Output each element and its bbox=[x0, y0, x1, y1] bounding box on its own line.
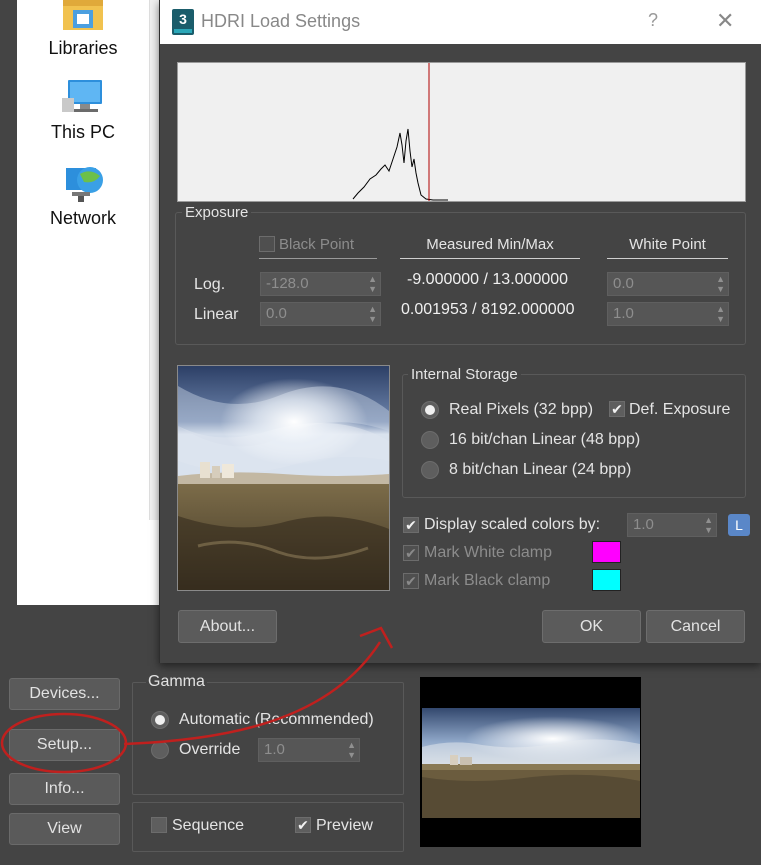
white-log-value: 0.0 bbox=[613, 275, 634, 292]
mark-white-clamp-checkbox[interactable]: ✔ bbox=[403, 545, 419, 561]
dialog-title: HDRI Load Settings bbox=[201, 11, 361, 31]
mark-white-clamp-label: Mark White clamp bbox=[424, 544, 553, 561]
nav-item-libraries[interactable]: Libraries bbox=[17, 0, 149, 59]
storage-real-pixels-label: Real Pixels (32 bpp) bbox=[449, 401, 594, 418]
nav-item-label: This PC bbox=[50, 122, 115, 142]
mark-white-color-swatch[interactable] bbox=[592, 541, 621, 563]
gamma-override-label: Override bbox=[179, 741, 241, 758]
spinner-arrows-icon[interactable]: ▲ ▼ bbox=[368, 304, 377, 324]
def-exposure-label: Def. Exposure bbox=[629, 401, 731, 418]
cancel-button[interactable]: Cancel bbox=[646, 610, 745, 643]
spinner-arrows-icon[interactable]: ▲ ▼ bbox=[716, 304, 725, 324]
spinner-arrows-icon[interactable]: ▲ ▼ bbox=[368, 274, 377, 294]
black-point-header: Black Point bbox=[259, 236, 377, 259]
close-button[interactable]: ✕ bbox=[716, 8, 734, 34]
internal-storage-title: Internal Storage bbox=[408, 366, 521, 383]
black-linear-spinner[interactable]: 0.0 ▲ ▼ bbox=[260, 302, 381, 326]
gamma-automatic-radio[interactable] bbox=[151, 711, 169, 729]
hdri-preview-image bbox=[422, 708, 640, 818]
storage-real-pixels-radio[interactable] bbox=[421, 401, 439, 419]
hdri-load-settings-dialog: 3 HDRI Load Settings ? ✕ Exposure Black … bbox=[159, 0, 761, 663]
measured-log-value: -9.000000 / 13.000000 bbox=[407, 271, 569, 288]
spinner-arrows-icon[interactable]: ▲ ▼ bbox=[716, 274, 725, 294]
black-log-spinner[interactable]: -128.0 ▲ ▼ bbox=[260, 272, 381, 296]
display-scaled-spinner[interactable]: 1.0 ▲ ▼ bbox=[627, 513, 717, 537]
exposure-histogram[interactable] bbox=[177, 62, 746, 202]
nav-item-network[interactable]: Network bbox=[17, 162, 149, 229]
measured-linear-value: 0.001953 / 8192.000000 bbox=[401, 301, 575, 318]
storage-8bit-radio[interactable] bbox=[421, 461, 439, 479]
black-point-label: Black Point bbox=[279, 236, 355, 253]
hdri-thumbnail bbox=[177, 365, 390, 591]
setup-button[interactable]: Setup... bbox=[9, 729, 120, 761]
white-log-spinner[interactable]: 0.0 ▲ ▼ bbox=[607, 272, 729, 296]
white-linear-spinner[interactable]: 1.0 ▲ ▼ bbox=[607, 302, 729, 326]
nav-item-this-pc[interactable]: This PC bbox=[17, 78, 149, 143]
spinner-arrows-icon[interactable]: ▲ ▼ bbox=[347, 740, 356, 760]
lock-button[interactable]: L bbox=[728, 514, 750, 536]
gamma-override-value: 1.0 bbox=[264, 741, 285, 758]
computer-icon bbox=[62, 80, 102, 112]
nav-item-label: Libraries bbox=[48, 38, 118, 58]
storage-16bit-label: 16 bit/chan Linear (48 bpp) bbox=[449, 431, 641, 448]
white-point-header: White Point bbox=[607, 236, 728, 259]
mark-black-color-swatch[interactable] bbox=[592, 569, 621, 591]
exposure-title: Exposure bbox=[182, 204, 252, 221]
image-preview bbox=[420, 677, 641, 847]
spinner-arrows-icon[interactable]: ▲ ▼ bbox=[704, 515, 713, 535]
display-scaled-value: 1.0 bbox=[633, 516, 654, 533]
sequence-checkbox[interactable] bbox=[151, 817, 167, 833]
def-exposure-checkbox[interactable]: ✔ bbox=[609, 401, 625, 417]
gamma-override-spinner[interactable]: 1.0 ▲ ▼ bbox=[258, 738, 360, 762]
hdri-spherical-image bbox=[178, 366, 389, 590]
storage-8bit-label: 8 bit/chan Linear (24 bpp) bbox=[449, 461, 632, 478]
ok-button[interactable]: OK bbox=[542, 610, 641, 643]
info-button[interactable]: Info... bbox=[9, 773, 120, 805]
black-log-value: -128.0 bbox=[266, 275, 309, 292]
display-scaled-label: Display scaled colors by: bbox=[424, 516, 601, 533]
nav-scrollbar[interactable] bbox=[149, 0, 159, 520]
network-icon bbox=[66, 167, 103, 202]
log-label: Log. bbox=[194, 276, 226, 293]
nav-item-label: Network bbox=[49, 208, 116, 228]
white-linear-value: 1.0 bbox=[613, 305, 634, 322]
help-button[interactable]: ? bbox=[648, 10, 658, 31]
devices-button[interactable]: Devices... bbox=[9, 678, 120, 710]
mark-black-clamp-checkbox[interactable]: ✔ bbox=[403, 573, 419, 589]
black-linear-value: 0.0 bbox=[266, 305, 287, 322]
storage-16bit-radio[interactable] bbox=[421, 431, 439, 449]
3dsmax-app-icon: 3 bbox=[172, 9, 194, 35]
libraries-folder-icon bbox=[63, 0, 103, 30]
mark-black-clamp-label: Mark Black clamp bbox=[424, 572, 551, 589]
sequence-label: Sequence bbox=[172, 817, 245, 834]
preview-label: Preview bbox=[316, 817, 373, 834]
about-button[interactable]: About... bbox=[178, 610, 277, 643]
display-scaled-checkbox[interactable]: ✔ bbox=[403, 517, 419, 533]
gamma-title: Gamma bbox=[146, 673, 207, 691]
linear-label: Linear bbox=[194, 306, 239, 323]
navigation-pane: Libraries This PC Network bbox=[17, 0, 159, 605]
measured-min-max-header: Measured Min/Max bbox=[400, 236, 580, 259]
gamma-override-radio[interactable] bbox=[151, 741, 169, 759]
preview-checkbox[interactable]: ✔ bbox=[295, 817, 311, 833]
histogram-graph bbox=[352, 63, 448, 201]
gamma-automatic-label: Automatic (Recommended) bbox=[179, 711, 374, 728]
view-button[interactable]: View bbox=[9, 813, 120, 845]
dialog-titlebar[interactable]: 3 HDRI Load Settings ? ✕ bbox=[160, 0, 761, 44]
